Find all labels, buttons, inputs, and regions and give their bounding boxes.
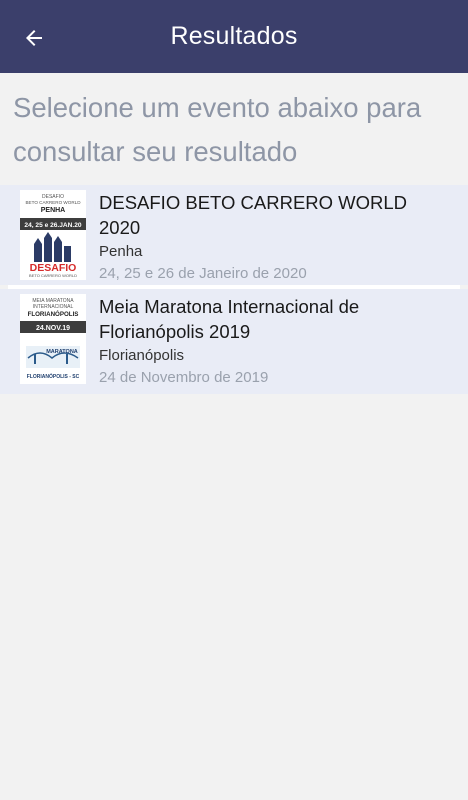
back-button[interactable] (14, 18, 54, 58)
event-title: DESAFIO BETO CARRERO WORLD 2020 (99, 192, 408, 238)
thumb-logo-sub: FLORIANÓPOLIS - SC (27, 372, 80, 380)
thumb-logo: MARATONA (46, 349, 78, 355)
thumb-banner: 24.NOV.19 (36, 325, 70, 332)
thumb-banner: 24, 25 e 26.JAN.20 (24, 222, 82, 229)
event-city: Florianópolis (99, 347, 185, 364)
instruction-text: Selecione um evento abaixo para consulta… (13, 92, 422, 167)
event-city: Penha (99, 243, 143, 260)
event-info: Meia Maratona Internacional de Florianóp… (99, 294, 450, 388)
event-info: DESAFIO BETO CARRERO WORLD 2020 Penha 24… (99, 190, 450, 284)
event-thumbnail: MEIA MARATONA INTERNACIONAL FLORIANÓPOLI… (20, 294, 86, 384)
event-thumbnail: DESAFIO BETO CARRERO WORLD PENHA 24, 25 … (20, 190, 86, 280)
thumb-line2: INTERNACIONAL (33, 304, 74, 310)
thumb-line2: BETO CARRERO WORLD (25, 200, 81, 205)
thumb-line3: PENHA (41, 207, 66, 214)
event-date: 24, 25 e 26 de Janeiro de 2020 (99, 265, 307, 282)
event-list: DESAFIO BETO CARRERO WORLD PENHA 24, 25 … (0, 185, 468, 394)
thumb-logo-sub: BETO CARRERO WORLD (29, 273, 77, 278)
event-title: Meia Maratona Internacional de Florianóp… (99, 296, 360, 342)
page-title: Resultados (170, 22, 298, 50)
event-item-meia-maratona[interactable]: MEIA MARATONA INTERNACIONAL FLORIANÓPOLI… (0, 289, 468, 394)
thumb-line3: FLORIANÓPOLIS (28, 310, 79, 318)
event-date: 24 de Novembro de 2019 (99, 369, 269, 386)
app-bar: Resultados (0, 0, 468, 73)
event-item-desafio[interactable]: DESAFIO BETO CARRERO WORLD PENHA 24, 25 … (0, 185, 468, 289)
arrow-left-icon (26, 30, 42, 46)
